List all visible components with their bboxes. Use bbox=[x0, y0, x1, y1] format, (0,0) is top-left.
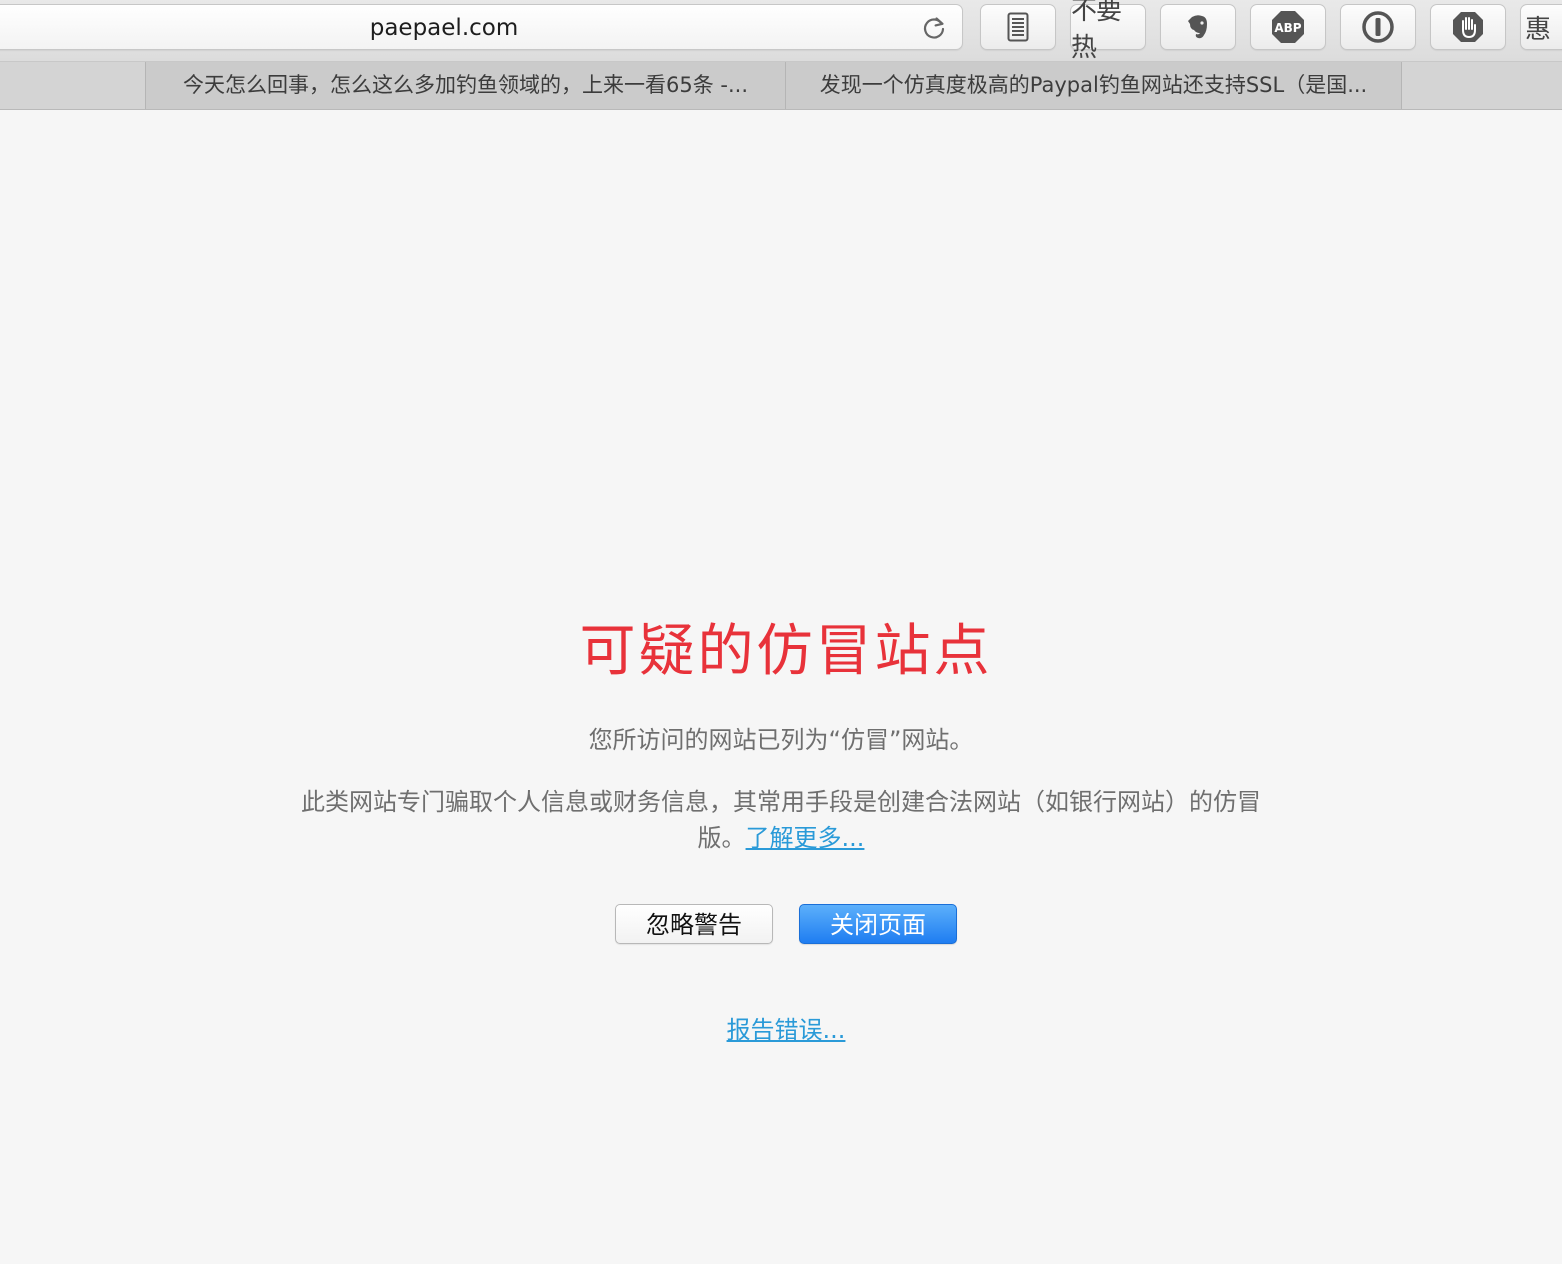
reader-extension-button[interactable] bbox=[980, 4, 1056, 50]
report-error-container: 报告错误... bbox=[0, 1010, 1562, 1045]
overflow-extension-button[interactable]: 惠 bbox=[1520, 4, 1562, 50]
buzhure-label: 不要热 bbox=[1071, 0, 1122, 63]
1password-extension-button[interactable] bbox=[1340, 4, 1416, 50]
block-extension-button[interactable] bbox=[1430, 4, 1506, 50]
reader-icon bbox=[1007, 12, 1029, 42]
1password-icon bbox=[1362, 11, 1394, 43]
close-page-button[interactable]: 关闭页面 bbox=[799, 904, 957, 944]
warning-title: 可疑的仿冒站点 bbox=[579, 619, 993, 684]
report-error-link[interactable]: 报告错误... bbox=[727, 1016, 846, 1044]
address-bar[interactable]: paepael.com bbox=[0, 4, 963, 50]
phishing-warning-page: 可疑的仿冒站点 您所访问的网站已列为“仿冒”网站。 此类网站专门骗取个人信息或财… bbox=[0, 110, 1562, 1264]
learn-more-link[interactable]: 了解更多... bbox=[746, 824, 865, 852]
hand-stop-icon bbox=[1453, 12, 1483, 42]
warning-message: 您所访问的网站已列为“仿冒”网站。 bbox=[588, 726, 974, 754]
address-text[interactable]: paepael.com bbox=[0, 5, 895, 49]
ignore-warning-button[interactable]: 忽略警告 bbox=[615, 904, 773, 944]
overflow-glyph: 惠 bbox=[1525, 14, 1551, 45]
browser-toolbar: paepael.com 不要热 ABP 惠 bbox=[0, 0, 1562, 63]
tab-phishing-domains[interactable]: 今天怎么回事，怎么这么多加钓鱼领域的，上来一看65条 -... bbox=[145, 62, 786, 109]
svg-text:ABP: ABP bbox=[1274, 21, 1301, 35]
adblock-extension-button[interactable]: ABP bbox=[1250, 4, 1326, 50]
evernote-extension-button[interactable] bbox=[1160, 4, 1236, 50]
tab-bar: 今天怎么回事，怎么这么多加钓鱼领域的，上来一看65条 -... 发现一个仿真度极… bbox=[0, 62, 1562, 110]
warning-description: 此类网站专门骗取个人信息或财务信息，其常用手段是创建合法网站（如银行网站）的仿冒… bbox=[290, 784, 1272, 856]
reload-icon[interactable] bbox=[921, 15, 947, 41]
buzhure-extension-button[interactable]: 不要热 bbox=[1070, 0, 1146, 63]
evernote-icon bbox=[1188, 15, 1207, 39]
adblock-icon: ABP bbox=[1272, 11, 1304, 43]
tab-paypal-phishing[interactable]: 发现一个仿真度极高的Paypal钓鱼网站还支持SSL（是国... bbox=[785, 62, 1402, 109]
